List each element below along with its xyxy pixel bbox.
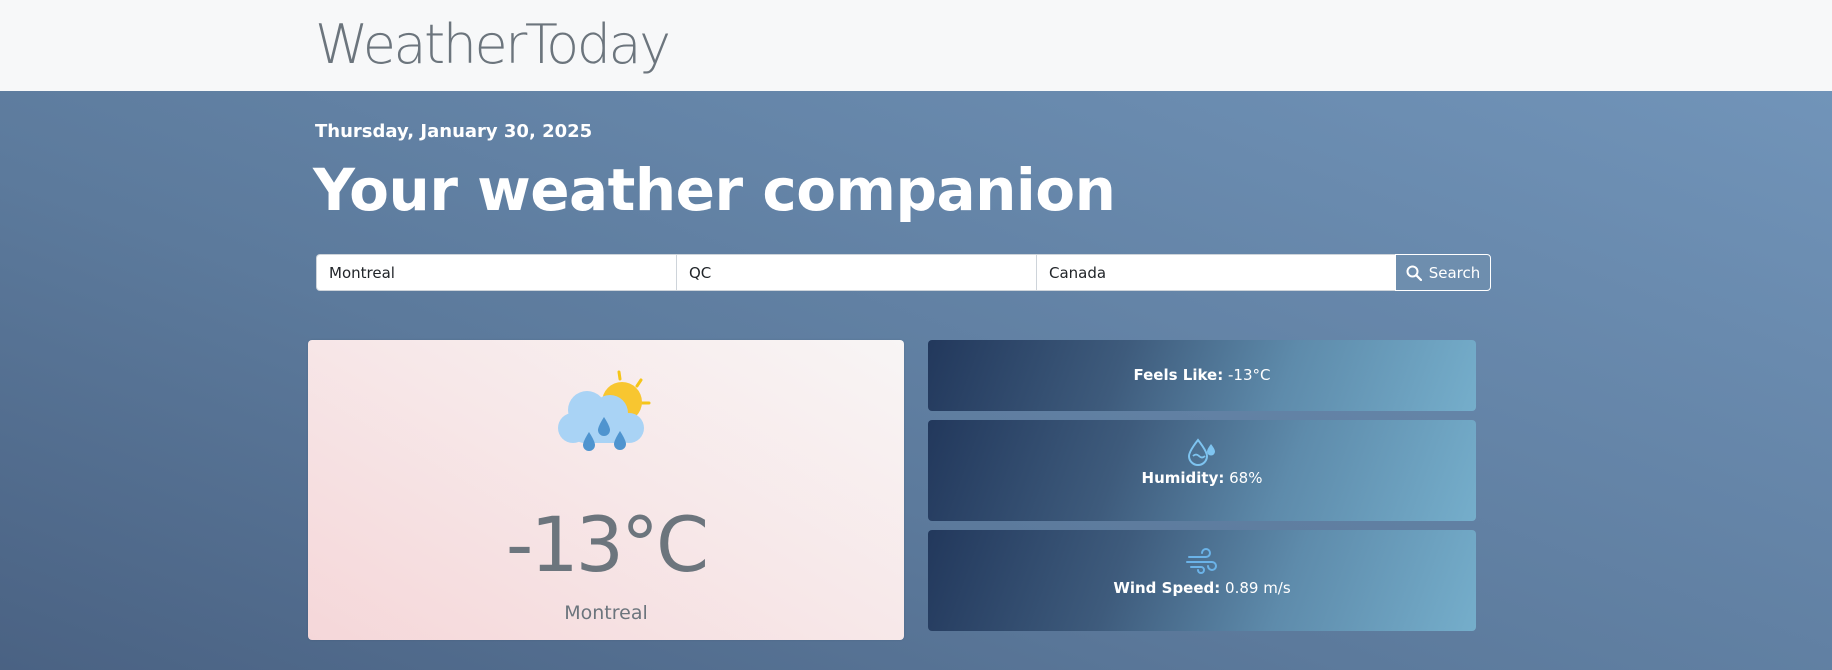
- wind-icon: [1186, 548, 1217, 574]
- search-button[interactable]: Search: [1395, 254, 1491, 291]
- page-headline: Your weather companion: [313, 156, 1116, 224]
- region-input[interactable]: [676, 254, 1036, 291]
- country-input[interactable]: [1036, 254, 1395, 291]
- humidity-label: Humidity:: [1141, 469, 1225, 487]
- search-icon: [1406, 265, 1422, 281]
- humidity-line: Humidity: 68%: [928, 469, 1476, 487]
- feels-like-label: Feels Like:: [1133, 366, 1224, 384]
- feels-like-card: Feels Like: -13°C: [928, 340, 1476, 411]
- wind-speed-card: Wind Speed: 0.89 m/s: [928, 530, 1476, 631]
- top-navbar: WeatherToday: [0, 0, 1832, 91]
- current-date: Thursday, January 30, 2025: [315, 121, 593, 142]
- hero-section: Thursday, January 30, 2025 Your weather …: [0, 91, 1832, 670]
- feels-like-value: -13°C: [1223, 366, 1271, 384]
- rain-sun-icon: [558, 370, 651, 451]
- humidity-card: Humidity: 68%: [928, 420, 1476, 521]
- brand-logo[interactable]: WeatherToday: [315, 12, 671, 78]
- humidity-value: 68%: [1224, 469, 1263, 487]
- humidity-icon: [1187, 438, 1215, 466]
- city-input[interactable]: [316, 254, 676, 291]
- search-button-label: Search: [1428, 263, 1481, 282]
- current-weather-card: -13°C Montreal: [308, 340, 904, 640]
- location-search-form: Search: [316, 254, 1491, 291]
- feels-like-line: Feels Like: -13°C: [928, 366, 1476, 384]
- city-name: Montreal: [564, 602, 648, 624]
- wind-speed-line: Wind Speed: 0.89 m/s: [928, 579, 1476, 597]
- temperature-value: -13°C: [505, 500, 709, 589]
- wind-speed-value: 0.89 m/s: [1220, 579, 1291, 597]
- wind-speed-label: Wind Speed:: [1113, 579, 1221, 597]
